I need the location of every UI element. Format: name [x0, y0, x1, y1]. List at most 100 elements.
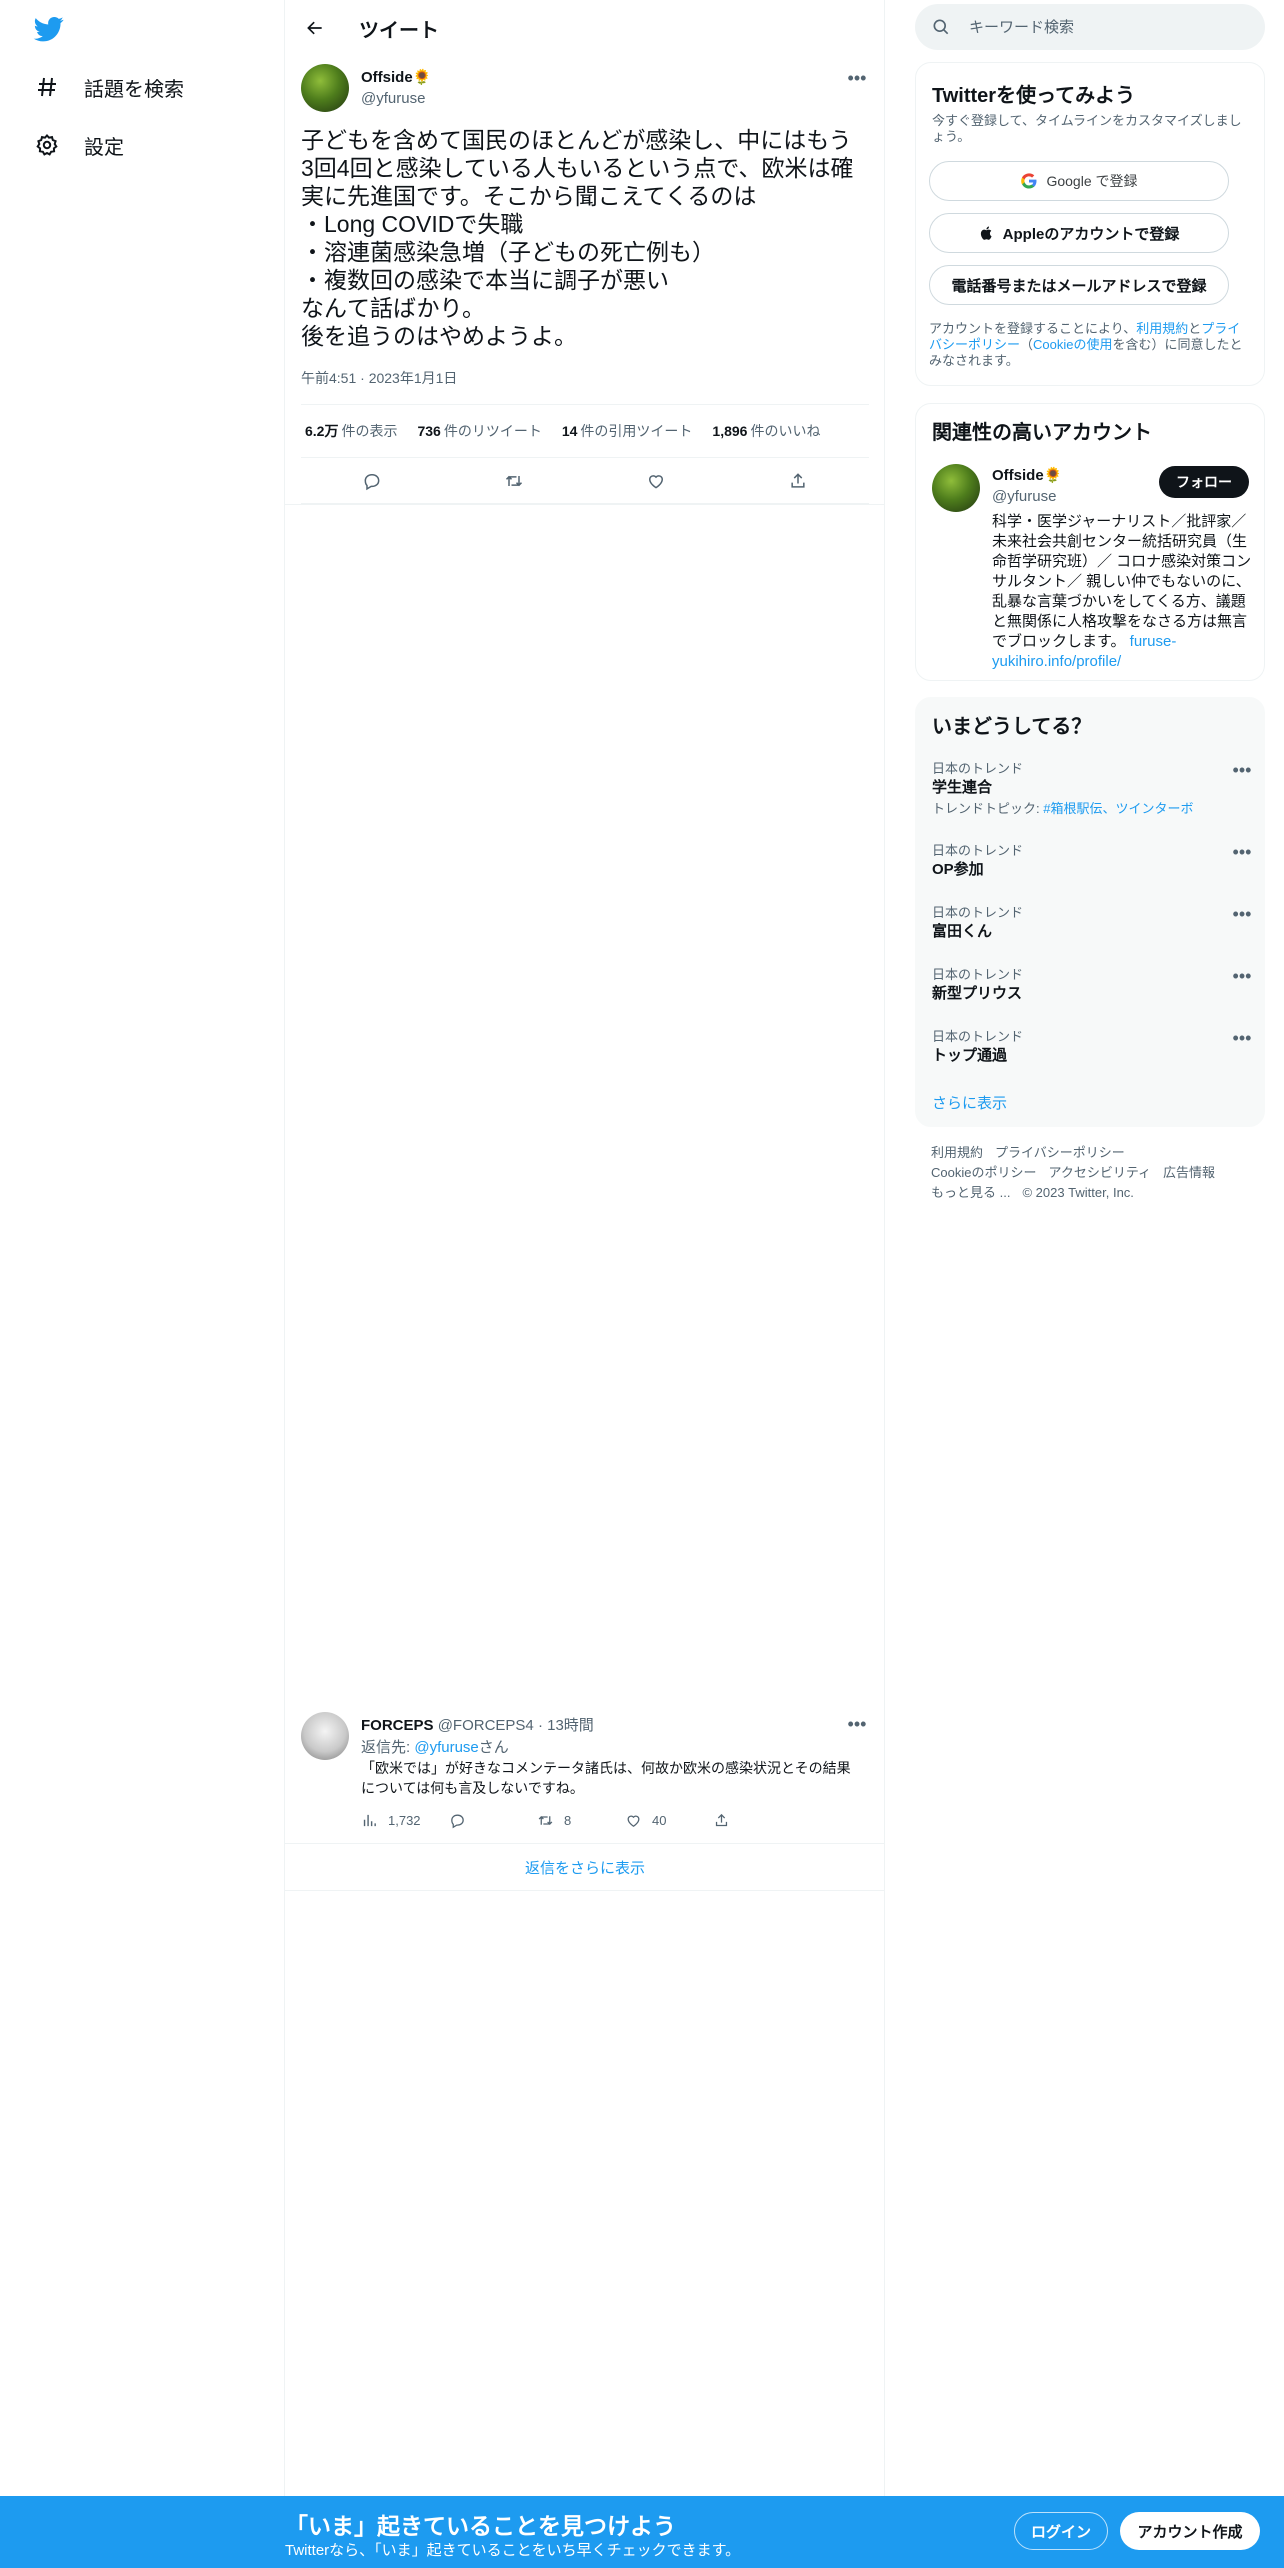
footer-ads-link[interactable]: 広告情報: [1163, 1165, 1215, 1180]
footer-accessibility-link[interactable]: アクセシビリティ: [1048, 1165, 1151, 1180]
apple-signup-label: Appleのアカウントで登録: [1002, 225, 1180, 243]
signup-subtitle: 今すぐ登録して、タイムラインをカスタマイズしましょう。: [932, 113, 1242, 144]
footer-terms-link[interactable]: 利用規約: [931, 1145, 983, 1160]
bottom-bar-title: 「いま」起きていることを見つけよう: [285, 2513, 676, 2539]
nav-explore-label: 話題を検索: [84, 78, 184, 101]
trend-item[interactable]: 日本のトレンド トップ通過 •••: [916, 1026, 1266, 1088]
quotes-stat[interactable]: 14 件の引用ツイート: [562, 421, 693, 441]
tweet-stats: 6.2万 件の表示 736 件のリツイート 14 件の引用ツイート 1,896 件のいい…: [301, 404, 869, 458]
reply-icon[interactable]: [358, 467, 386, 495]
phone-email-signup-button[interactable]: 電話番号またはメールアドレスで登録: [929, 265, 1229, 305]
related-bio: 科学・医学ジャーナリスト／批評家／未来社会共創センター統括研究員（生命哲学研究班…: [992, 513, 1252, 670]
twitter-logo-icon[interactable]: [32, 14, 66, 44]
reply-actions: 1,732 8 40: [361, 1808, 801, 1832]
divider: [285, 504, 885, 505]
google-signup-label: Google で登録: [1046, 173, 1138, 189]
related-accounts-card: 関連性の高いアカウント Offside🌻 @yfuruse フォロー 科学・医学…: [915, 403, 1265, 681]
reply-share-button[interactable]: [713, 1812, 801, 1829]
reply-author-name[interactable]: FORCEPS: [361, 1717, 434, 1734]
signup-legal-text: アカウントを登録することにより、利用規約とプライバシーポリシー（Cookieの使…: [929, 321, 1243, 368]
back-arrow-icon[interactable]: [299, 12, 331, 44]
share-icon[interactable]: [784, 467, 812, 495]
tweet-author-name[interactable]: Offside🌻: [361, 68, 431, 86]
nav-settings[interactable]: 設定: [34, 123, 124, 167]
signup-title: Twitterを使ってみよう: [932, 85, 1136, 107]
search-input[interactable]: [967, 17, 1237, 37]
views-stat: 6.2万 件の表示: [305, 423, 398, 439]
footer-cookie-link[interactable]: Cookieのポリシー: [931, 1165, 1036, 1180]
nav-settings-label: 設定: [84, 136, 124, 159]
trend-item[interactable]: 日本のトレンド OP参加 •••: [916, 840, 1266, 902]
related-avatar[interactable]: [932, 464, 980, 512]
search-icon: [933, 19, 949, 35]
cookie-link[interactable]: Cookieの使用: [1033, 337, 1112, 352]
reply-to-handle[interactable]: @yfuruse: [414, 1739, 478, 1756]
reply-retweet-button[interactable]: 8: [537, 1812, 625, 1829]
reply-author-handle[interactable]: @FORCEPS4: [438, 1717, 534, 1734]
retweets-stat[interactable]: 736 件のリツイート: [417, 421, 541, 441]
search-bar[interactable]: [915, 4, 1265, 50]
signup-card: Twitterを使ってみよう 今すぐ登録して、タイムラインをカスタマイズしましょ…: [915, 62, 1265, 386]
signup-button[interactable]: アカウント作成: [1120, 2512, 1260, 2550]
trend-more-icon[interactable]: •••: [1230, 1026, 1254, 1050]
reply-to: 返信先: @yfuruseさん: [361, 1739, 509, 1756]
reply-header: FORCEPS @FORCEPS4 · 13時間: [361, 1714, 594, 1735]
like-icon[interactable]: [642, 467, 670, 495]
trends-title: いまどうしてる？: [932, 716, 1092, 738]
bottom-signup-bar: 「いま」起きていることを見つけよう Twitterなら、「いま」起きていることを…: [0, 2496, 1284, 2568]
terms-link[interactable]: 利用規約: [1136, 321, 1188, 336]
avatar[interactable]: [301, 64, 349, 112]
likes-stat[interactable]: 1,896 件のいいね: [712, 421, 820, 441]
tweet-author-handle[interactable]: @yfuruse: [361, 90, 425, 107]
footer-copyright: © 2023 Twitter, Inc.: [1022, 1185, 1134, 1200]
apple-icon: [980, 226, 992, 240]
trend-more-icon[interactable]: •••: [1230, 902, 1254, 926]
separator-dot: ·: [537, 1717, 543, 1734]
footer-privacy-link[interactable]: プライバシーポリシー: [995, 1145, 1125, 1160]
reply-icon: [451, 1814, 464, 1828]
gear-icon: [34, 132, 60, 158]
trends-show-more-link[interactable]: さらに表示: [932, 1092, 1007, 1113]
reply-time[interactable]: 13時間: [547, 1717, 594, 1734]
hashtag-icon: [34, 74, 60, 100]
trends-card: いまどうしてる？ 日本のトレンド 学生連合 トレンドトピック: #箱根駅伝、ツイ…: [915, 697, 1265, 1127]
apple-signup-button[interactable]: Appleのアカウントで登録: [929, 213, 1229, 253]
tweet-actions: [301, 458, 869, 504]
like-icon: [627, 1815, 640, 1827]
share-icon: [715, 1813, 728, 1826]
footer: 利用規約 プライバシーポリシー Cookieのポリシー アクセシビリティ 広告情報 も…: [931, 1143, 1261, 1203]
bottom-bar-subtitle: Twitterなら、「いま」起きていることをいち早くチェックできます。: [285, 2542, 741, 2559]
login-button[interactable]: ログイン: [1014, 2512, 1108, 2550]
reply-reply-button[interactable]: [449, 1812, 537, 1829]
trend-item[interactable]: 日本のトレンド 富田くん •••: [916, 902, 1266, 964]
trend-item[interactable]: 日本のトレンド 新型プリウス •••: [916, 964, 1266, 1026]
footer-more-link[interactable]: もっと見る ...: [931, 1185, 1010, 1200]
related-title: 関連性の高いアカウント: [932, 422, 1152, 444]
trend-more-icon[interactable]: •••: [1230, 840, 1254, 864]
google-signup-button[interactable]: Google で登録: [929, 161, 1229, 201]
more-options-icon[interactable]: •••: [845, 66, 869, 90]
reply-avatar[interactable]: [301, 1712, 349, 1760]
reply-more-options-icon[interactable]: •••: [845, 1712, 869, 1736]
reply-views[interactable]: 1,732: [361, 1812, 449, 1829]
follow-button[interactable]: フォロー: [1159, 466, 1249, 498]
retweet-icon: [538, 1815, 553, 1825]
header: ツイート: [285, 0, 885, 54]
trend-item[interactable]: 日本のトレンド 学生連合 トレンドトピック: #箱根駅伝、ツインターボ •••: [916, 758, 1266, 838]
reply-like-button[interactable]: 40: [625, 1812, 713, 1829]
related-name[interactable]: Offside🌻: [992, 466, 1062, 484]
tweet-timestamp[interactable]: 午前4:51 · 2023年1月1日: [301, 368, 457, 388]
tweet-text: 子どもを含めて国民のほとんどが感染し、中にはもう3回4回と感染している人もいると…: [301, 127, 854, 349]
show-more-replies-link[interactable]: 返信をさらに表示: [285, 1843, 885, 1891]
page-title: ツイート: [359, 20, 439, 42]
trend-topics-link[interactable]: #箱根駅伝、ツインターボ: [1043, 801, 1193, 816]
related-handle[interactable]: @yfuruse: [992, 488, 1056, 505]
reply-text: 「欧米では」が好きなコメンテータ諸氏は、何故か欧米の感染状況とその結果については…: [361, 1760, 851, 1796]
views-icon: [363, 1814, 376, 1826]
trend-more-icon[interactable]: •••: [1230, 964, 1254, 988]
left-nav: 話題を検索 設定: [0, 0, 285, 2568]
nav-explore[interactable]: 話題を検索: [34, 65, 184, 109]
retweet-icon[interactable]: [500, 467, 528, 495]
google-icon: [1021, 173, 1037, 189]
trend-more-icon[interactable]: •••: [1230, 758, 1254, 782]
